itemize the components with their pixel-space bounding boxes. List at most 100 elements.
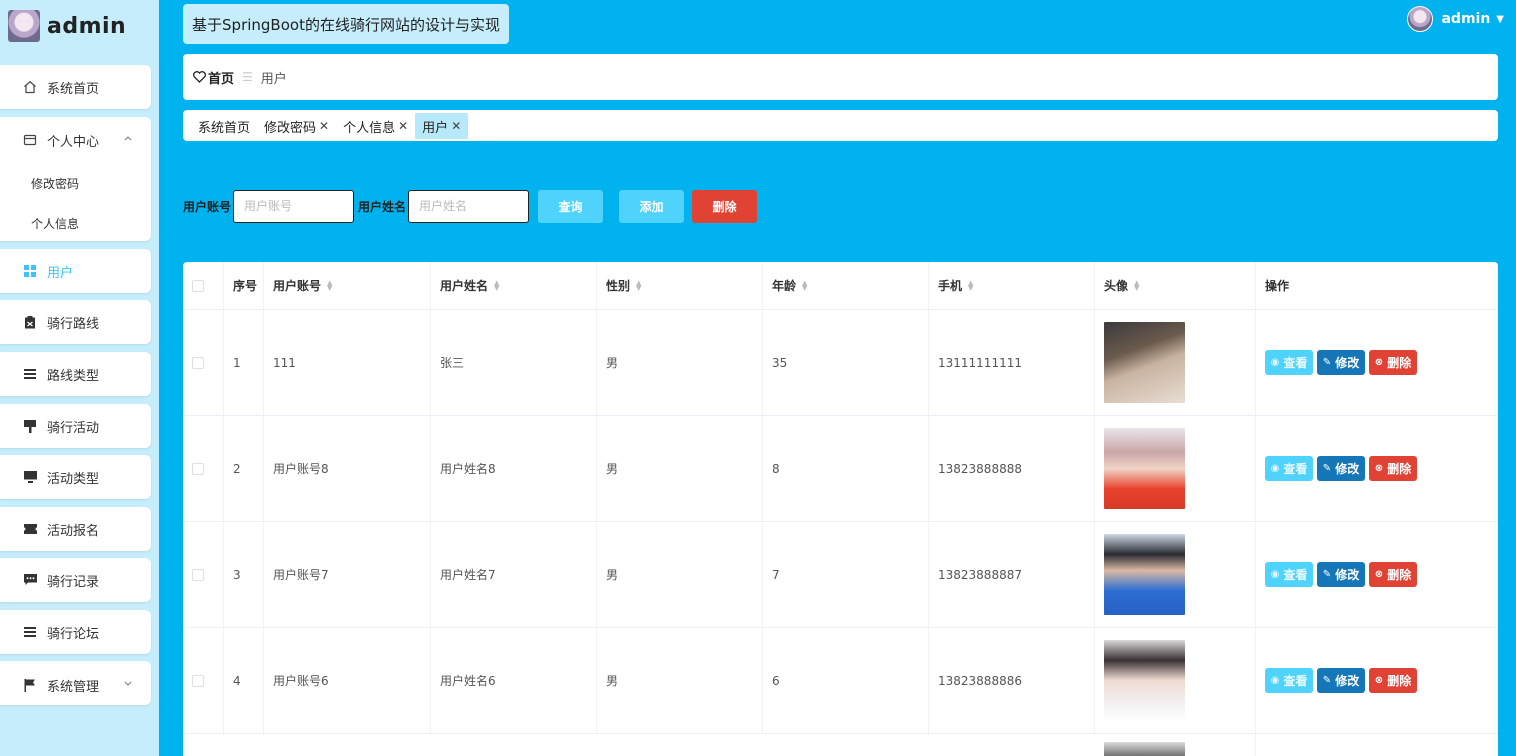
cell-actions: ◉ 查看 ✎ 修改 ⊗ 删除 <box>1256 416 1498 521</box>
list-icon <box>23 367 37 381</box>
row-checkbox[interactable] <box>192 568 204 581</box>
home-icon <box>23 80 37 94</box>
list-icon <box>23 625 37 639</box>
chevron-down-icon <box>123 679 133 692</box>
cell-gender: 男 <box>597 310 763 415</box>
edit-button[interactable]: ✎ 修改 <box>1317 562 1365 587</box>
sidebar-item-activity-types[interactable]: 活动类型 <box>0 455 151 499</box>
view-label: 查看 <box>1283 568 1308 582</box>
cell-age: 6 <box>763 628 929 733</box>
sidebar-item-route-types[interactable]: 路线类型 <box>0 352 151 396</box>
sort-icon[interactable]: ▲ ▼ <box>968 279 973 291</box>
account-label: 用户账号 <box>183 199 232 214</box>
header-name[interactable]: 用户姓名 ▲ ▼ <box>431 262 597 309</box>
eye-icon: ◉ <box>1270 675 1280 686</box>
sidebar-item-personal-center[interactable]: 个人中心 <box>0 118 151 162</box>
sidebar-item-label: 活动报名 <box>47 523 100 539</box>
close-icon[interactable]: ✕ <box>319 119 329 133</box>
table-row-partial <box>183 734 1498 756</box>
sidebar: admin 系统首页 个人中心 修改密码 个人信息 用户 骑行路线 路线类型 骑… <box>0 0 159 756</box>
sidebar-item-users[interactable]: 用户 <box>0 249 151 293</box>
tab-users[interactable]: 用户 ✕ <box>415 113 469 139</box>
sidebar-item-routes[interactable]: 骑行路线 <box>0 300 151 344</box>
close-icon[interactable]: ✕ <box>451 119 461 133</box>
view-button[interactable]: ◉ 查看 <box>1265 350 1313 375</box>
cell-actions: ◉ 查看 ✎ 修改 ⊗ 删除 <box>1256 522 1498 627</box>
submenu-personal-info[interactable]: 个人信息 <box>31 215 79 232</box>
row-checkbox[interactable] <box>192 356 204 369</box>
tab-bar: 系统首页 修改密码 ✕ 个人信息 ✕ 用户 ✕ <box>183 110 1498 141</box>
eye-icon: ◉ <box>1270 357 1280 368</box>
user-photo <box>1104 640 1185 721</box>
cell-account: 用户账号6 <box>264 628 431 733</box>
circle-x-icon: ⊗ <box>1374 569 1384 580</box>
sidebar-item-home[interactable]: 系统首页 <box>0 65 151 109</box>
cell-name: 用户姓名6 <box>431 628 597 733</box>
submenu-change-password[interactable]: 修改密码 <box>31 175 79 192</box>
view-button[interactable]: ◉ 查看 <box>1265 456 1313 481</box>
tab-change-password[interactable]: 修改密码 ✕ <box>257 113 336 139</box>
cell-age: 7 <box>763 522 929 627</box>
signpost-icon <box>23 419 37 433</box>
table-row: 3 用户账号7 用户姓名7 男 7 13823888887 ◉ 查看 ✎ 修改 ⊗ 删… <box>183 522 1498 628</box>
edit-button[interactable]: ✎ 修改 <box>1317 350 1365 375</box>
sort-icon[interactable]: ▲ ▼ <box>802 279 807 291</box>
add-button[interactable]: 添加 <box>619 189 685 223</box>
tab-label: 修改密码 <box>264 120 317 136</box>
heart-icon <box>193 71 206 83</box>
grid-icon <box>23 264 37 278</box>
sidebar-item-forum[interactable]: 骑行论坛 <box>0 610 151 654</box>
cell-index: 4 <box>224 628 264 733</box>
header-avatar[interactable]: 头像 ▲ ▼ <box>1095 262 1256 309</box>
sidebar-item-activity-signup[interactable]: 活动报名 <box>0 507 151 551</box>
row-checkbox[interactable] <box>192 462 204 475</box>
header-actions: 操作 <box>1256 262 1498 309</box>
sidebar-item-system-management[interactable]: 系统管理 <box>0 663 151 707</box>
user-menu[interactable]: admin ▼ <box>1407 6 1504 32</box>
close-icon[interactable]: ✕ <box>398 119 408 133</box>
tab-personal-info[interactable]: 个人信息 ✕ <box>336 113 415 139</box>
cell-actions: ◉ 查看 ✎ 修改 ⊗ 删除 <box>1256 628 1498 733</box>
header-gender[interactable]: 性别 ▲ ▼ <box>597 262 763 309</box>
header-age[interactable]: 年龄 ▲ ▼ <box>763 262 929 309</box>
cell-index: 2 <box>224 416 264 521</box>
sort-icon[interactable]: ▲ ▼ <box>1134 279 1139 291</box>
sort-icon[interactable]: ▲ ▼ <box>327 279 332 291</box>
sidebar-item-records[interactable]: 骑行记录 <box>0 558 151 602</box>
edit-button[interactable]: ✎ 修改 <box>1317 456 1365 481</box>
view-button[interactable]: ◉ 查看 <box>1265 562 1313 587</box>
account-search-input[interactable] <box>233 189 355 223</box>
header-phone[interactable]: 手机 ▲ ▼ <box>929 262 1095 309</box>
delete-button[interactable]: ⊗ 删除 <box>1369 562 1417 587</box>
circle-x-icon: ⊗ <box>1374 675 1384 686</box>
tab-label: 系统首页 <box>198 120 251 136</box>
cell-gender: 男 <box>597 628 763 733</box>
delete-label: 删除 <box>1387 462 1412 476</box>
edit-label: 修改 <box>1335 568 1360 582</box>
name-search-input[interactable] <box>408 189 530 223</box>
sort-icon[interactable]: ▲ ▼ <box>494 279 499 291</box>
sidebar-item-label: 个人中心 <box>47 134 100 150</box>
query-button[interactable]: 查询 <box>538 189 604 223</box>
cell-name: 张三 <box>431 310 597 415</box>
delete-button[interactable]: ⊗ 删除 <box>1369 668 1417 693</box>
cell-phone: 13823888886 <box>929 628 1095 733</box>
tab-home[interactable]: 系统首页 <box>191 113 257 139</box>
breadcrumb-home[interactable]: 首页 <box>193 68 234 87</box>
header-account[interactable]: 用户账号 ▲ ▼ <box>264 262 431 309</box>
header-index: 序号 <box>224 262 264 309</box>
edit-button[interactable]: ✎ 修改 <box>1317 668 1365 693</box>
row-checkbox[interactable] <box>192 674 204 687</box>
username: admin <box>1441 11 1491 27</box>
circle-x-icon: ⊗ <box>1374 357 1384 368</box>
view-button[interactable]: ◉ 查看 <box>1265 668 1313 693</box>
delete-button[interactable]: ⊗ 删除 <box>1369 456 1417 481</box>
search-bar: 用户账号 用户姓名 查询 添加 删除 <box>183 189 758 223</box>
cell-age: 35 <box>763 310 929 415</box>
monitor-icon <box>23 470 37 484</box>
batch-delete-button[interactable]: 删除 <box>692 189 758 223</box>
sort-icon[interactable]: ▲ ▼ <box>636 279 641 291</box>
delete-button[interactable]: ⊗ 删除 <box>1369 350 1417 375</box>
sidebar-item-activities[interactable]: 骑行活动 <box>0 404 151 448</box>
select-all-checkbox[interactable] <box>192 279 204 292</box>
